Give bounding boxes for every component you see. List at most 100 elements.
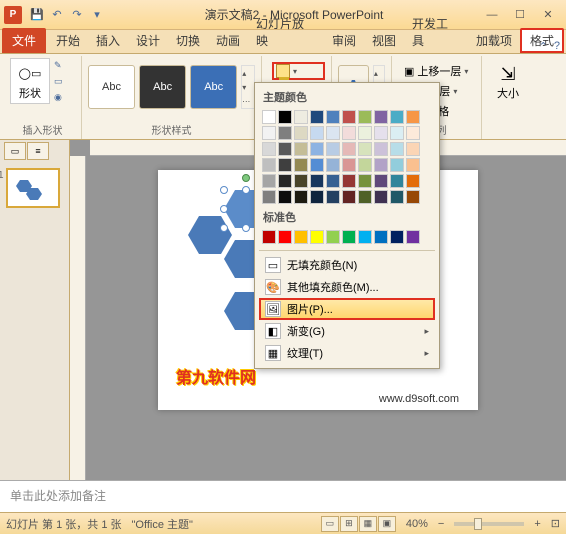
- tab-view[interactable]: 视图: [364, 28, 404, 53]
- color-swatch[interactable]: [390, 174, 404, 188]
- edit-shape-icon[interactable]: ✎: [54, 60, 72, 74]
- undo-icon[interactable]: ↶: [48, 6, 66, 24]
- tab-design[interactable]: 设计: [128, 28, 168, 53]
- help-icon[interactable]: ?: [554, 40, 560, 53]
- rotate-handle[interactable]: [242, 174, 250, 182]
- shapes-button[interactable]: ◯▭ 形状: [10, 58, 50, 104]
- color-swatch[interactable]: [374, 230, 388, 244]
- resize-handle[interactable]: [220, 205, 228, 213]
- color-swatch[interactable]: [326, 158, 340, 172]
- style-gallery[interactable]: Abc Abc Abc ▴▾⋯: [88, 58, 255, 116]
- color-swatch[interactable]: [326, 174, 340, 188]
- no-fill-item[interactable]: ▭无填充颜色(N): [259, 254, 435, 276]
- zoom-slider[interactable]: [454, 522, 524, 526]
- color-swatch[interactable]: [310, 174, 324, 188]
- color-swatch[interactable]: [294, 110, 308, 124]
- picture-fill-item[interactable]: 🖼图片(P)...: [259, 298, 435, 320]
- color-swatch[interactable]: [358, 126, 372, 140]
- color-swatch[interactable]: [326, 126, 340, 140]
- zoom-out-button[interactable]: −: [438, 518, 444, 530]
- color-swatch[interactable]: [310, 142, 324, 156]
- color-swatch[interactable]: [310, 158, 324, 172]
- color-swatch[interactable]: [262, 174, 276, 188]
- outline-tab[interactable]: ≡: [27, 142, 49, 160]
- tab-developer[interactable]: 开发工具: [404, 11, 468, 53]
- color-swatch[interactable]: [278, 158, 292, 172]
- resize-handle[interactable]: [220, 224, 228, 232]
- color-swatch[interactable]: [310, 126, 324, 140]
- color-swatch[interactable]: [390, 230, 404, 244]
- color-swatch[interactable]: [406, 190, 420, 204]
- style-sample-1[interactable]: Abc: [88, 65, 135, 109]
- collapse-ribbon-icon[interactable]: ⌃: [539, 40, 548, 53]
- color-swatch[interactable]: [294, 190, 308, 204]
- color-swatch[interactable]: [406, 142, 420, 156]
- fit-window-button[interactable]: ⊡: [551, 517, 560, 530]
- color-swatch[interactable]: [342, 142, 356, 156]
- zoom-in-button[interactable]: +: [534, 518, 540, 530]
- color-swatch[interactable]: [374, 190, 388, 204]
- merge-shapes-icon[interactable]: ◉: [54, 92, 72, 106]
- shape-fill-button[interactable]: ▾: [272, 62, 325, 80]
- size-button[interactable]: ⇲ 大小: [488, 58, 528, 101]
- resize-handle[interactable]: [242, 224, 250, 232]
- text-box-icon[interactable]: ▭: [54, 76, 72, 90]
- close-button[interactable]: ✕: [538, 6, 558, 24]
- color-swatch[interactable]: [406, 174, 420, 188]
- color-swatch[interactable]: [358, 110, 372, 124]
- color-swatch[interactable]: [310, 190, 324, 204]
- color-swatch[interactable]: [294, 126, 308, 140]
- color-swatch[interactable]: [262, 158, 276, 172]
- zoom-percent[interactable]: 40%: [406, 518, 428, 530]
- tab-file[interactable]: 文件: [2, 28, 46, 53]
- slideshow-view-button[interactable]: ▣: [378, 516, 396, 532]
- color-swatch[interactable]: [326, 230, 340, 244]
- color-swatch[interactable]: [278, 142, 292, 156]
- tab-addins[interactable]: 加载项: [468, 28, 520, 53]
- color-swatch[interactable]: [342, 230, 356, 244]
- color-swatch[interactable]: [294, 174, 308, 188]
- color-swatch[interactable]: [262, 126, 276, 140]
- color-swatch[interactable]: [358, 174, 372, 188]
- normal-view-button[interactable]: ▭: [321, 516, 339, 532]
- save-icon[interactable]: 💾: [28, 6, 46, 24]
- maximize-button[interactable]: ☐: [510, 6, 530, 24]
- color-swatch[interactable]: [342, 190, 356, 204]
- tab-transitions[interactable]: 切换: [168, 28, 208, 53]
- resize-handle[interactable]: [220, 186, 228, 194]
- zoom-thumb[interactable]: [474, 518, 482, 530]
- style-sample-3[interactable]: Abc: [190, 65, 237, 109]
- minimize-button[interactable]: —: [482, 6, 502, 24]
- gradient-item[interactable]: ◧渐变(G)▸: [259, 320, 435, 342]
- color-swatch[interactable]: [278, 174, 292, 188]
- resize-handle[interactable]: [242, 186, 250, 194]
- tab-insert[interactable]: 插入: [88, 28, 128, 53]
- color-swatch[interactable]: [310, 110, 324, 124]
- color-swatch[interactable]: [358, 142, 372, 156]
- color-swatch[interactable]: [406, 110, 420, 124]
- tab-animations[interactable]: 动画: [208, 28, 248, 53]
- color-swatch[interactable]: [278, 230, 292, 244]
- more-colors-item[interactable]: 🎨其他填充颜色(M)...: [259, 276, 435, 298]
- reading-view-button[interactable]: ▦: [359, 516, 377, 532]
- color-swatch[interactable]: [326, 110, 340, 124]
- bring-forward-button[interactable]: ▣上移一层▾: [402, 62, 475, 80]
- gallery-more-button[interactable]: ▴▾⋯: [241, 65, 255, 109]
- color-swatch[interactable]: [262, 142, 276, 156]
- color-swatch[interactable]: [326, 142, 340, 156]
- color-swatch[interactable]: [278, 110, 292, 124]
- color-swatch[interactable]: [310, 230, 324, 244]
- color-swatch[interactable]: [262, 110, 276, 124]
- color-swatch[interactable]: [262, 230, 276, 244]
- tab-slideshow[interactable]: 幻灯片放映: [248, 11, 324, 53]
- color-swatch[interactable]: [342, 174, 356, 188]
- color-swatch[interactable]: [278, 126, 292, 140]
- color-swatch[interactable]: [374, 126, 388, 140]
- redo-icon[interactable]: ↷: [68, 6, 86, 24]
- hexagon-shape[interactable]: [188, 216, 232, 254]
- style-sample-2[interactable]: Abc: [139, 65, 186, 109]
- color-swatch[interactable]: [326, 190, 340, 204]
- notes-pane[interactable]: 单击此处添加备注: [0, 480, 566, 512]
- color-swatch[interactable]: [390, 110, 404, 124]
- color-swatch[interactable]: [374, 142, 388, 156]
